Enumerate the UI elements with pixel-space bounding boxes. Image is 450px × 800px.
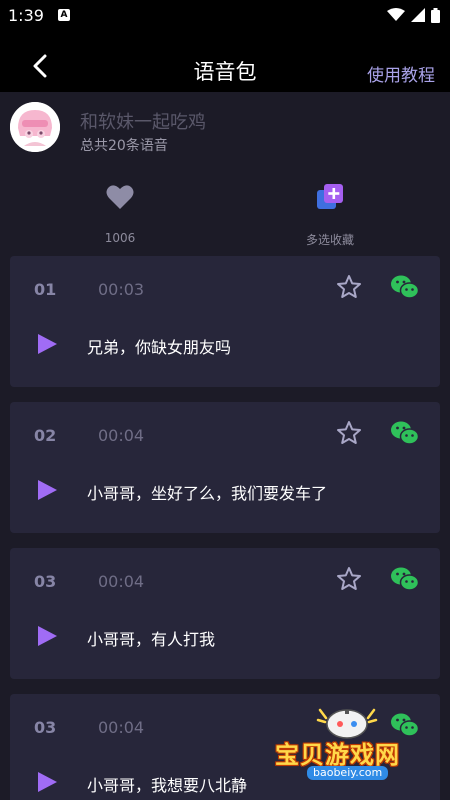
pack-count: 总共20条语音 — [80, 138, 168, 154]
signal-icon — [411, 8, 425, 22]
status-icons — [387, 7, 440, 23]
voice-clip-card: 01 00:03 兄弟，你缺女朋友吗 — [10, 256, 440, 387]
watermark-url: baobeiy.com — [307, 766, 389, 780]
pack-name: 和软妹一起吃鸡 — [80, 112, 206, 133]
play-icon[interactable] — [36, 625, 58, 647]
wechat-icon[interactable] — [390, 419, 420, 447]
clip-text[interactable]: 小哥哥，有人打我 — [87, 626, 215, 650]
notification-icon: A — [57, 9, 70, 21]
site-watermark: 宝贝游戏网 baobeiy.com — [272, 700, 422, 792]
battery-icon — [431, 7, 440, 23]
multi-select-favorite-button[interactable]: 多选收藏 — [270, 175, 390, 248]
wechat-icon[interactable] — [390, 273, 420, 301]
clip-index: 01 — [34, 280, 57, 299]
multi-select-label: 多选收藏 — [305, 233, 354, 247]
play-icon[interactable] — [36, 771, 58, 793]
clip-duration: 00:04 — [98, 572, 145, 591]
voice-clip-card: 03 00:04 小哥哥，有人打我 — [10, 548, 440, 679]
clip-index: 03 — [34, 718, 57, 737]
star-icon[interactable] — [336, 420, 362, 446]
tutorial-link[interactable]: 使用教程 — [367, 61, 435, 86]
like-count: 1006 — [104, 231, 136, 245]
avatar — [10, 102, 60, 152]
status-time: 1:39 — [8, 5, 44, 25]
clip-text[interactable]: 小哥哥，我想要八北静 — [87, 772, 247, 796]
wifi-icon — [387, 8, 405, 21]
clip-duration: 00:04 — [98, 718, 145, 737]
clip-text[interactable]: 小哥哥，坐好了么，我们要发车了 — [87, 480, 327, 504]
heart-icon — [106, 185, 134, 209]
voice-pack-profile: 和软妹一起吃鸡 总共20条语音 — [0, 92, 450, 162]
play-icon[interactable] — [36, 479, 58, 501]
top-app-bar: 语音包 使用教程 — [0, 30, 450, 92]
clip-index: 03 — [34, 572, 57, 591]
action-row: 1006 多选收藏 — [0, 175, 450, 250]
like-button[interactable]: 1006 — [60, 175, 180, 245]
voice-clip-card: 02 00:04 小哥哥，坐好了么，我们要发车了 — [10, 402, 440, 533]
multi-select-icon — [317, 184, 343, 209]
wechat-icon[interactable] — [390, 565, 420, 593]
clip-text[interactable]: 兄弟，你缺女朋友吗 — [87, 334, 231, 358]
status-bar: 1:39 A — [0, 0, 450, 30]
play-icon[interactable] — [36, 333, 58, 355]
clip-duration: 00:03 — [98, 280, 145, 299]
clip-index: 02 — [34, 426, 57, 445]
star-icon[interactable] — [336, 274, 362, 300]
watermark-title: 宝贝游戏网 — [275, 741, 400, 769]
clip-duration: 00:04 — [98, 426, 145, 445]
star-icon[interactable] — [336, 566, 362, 592]
